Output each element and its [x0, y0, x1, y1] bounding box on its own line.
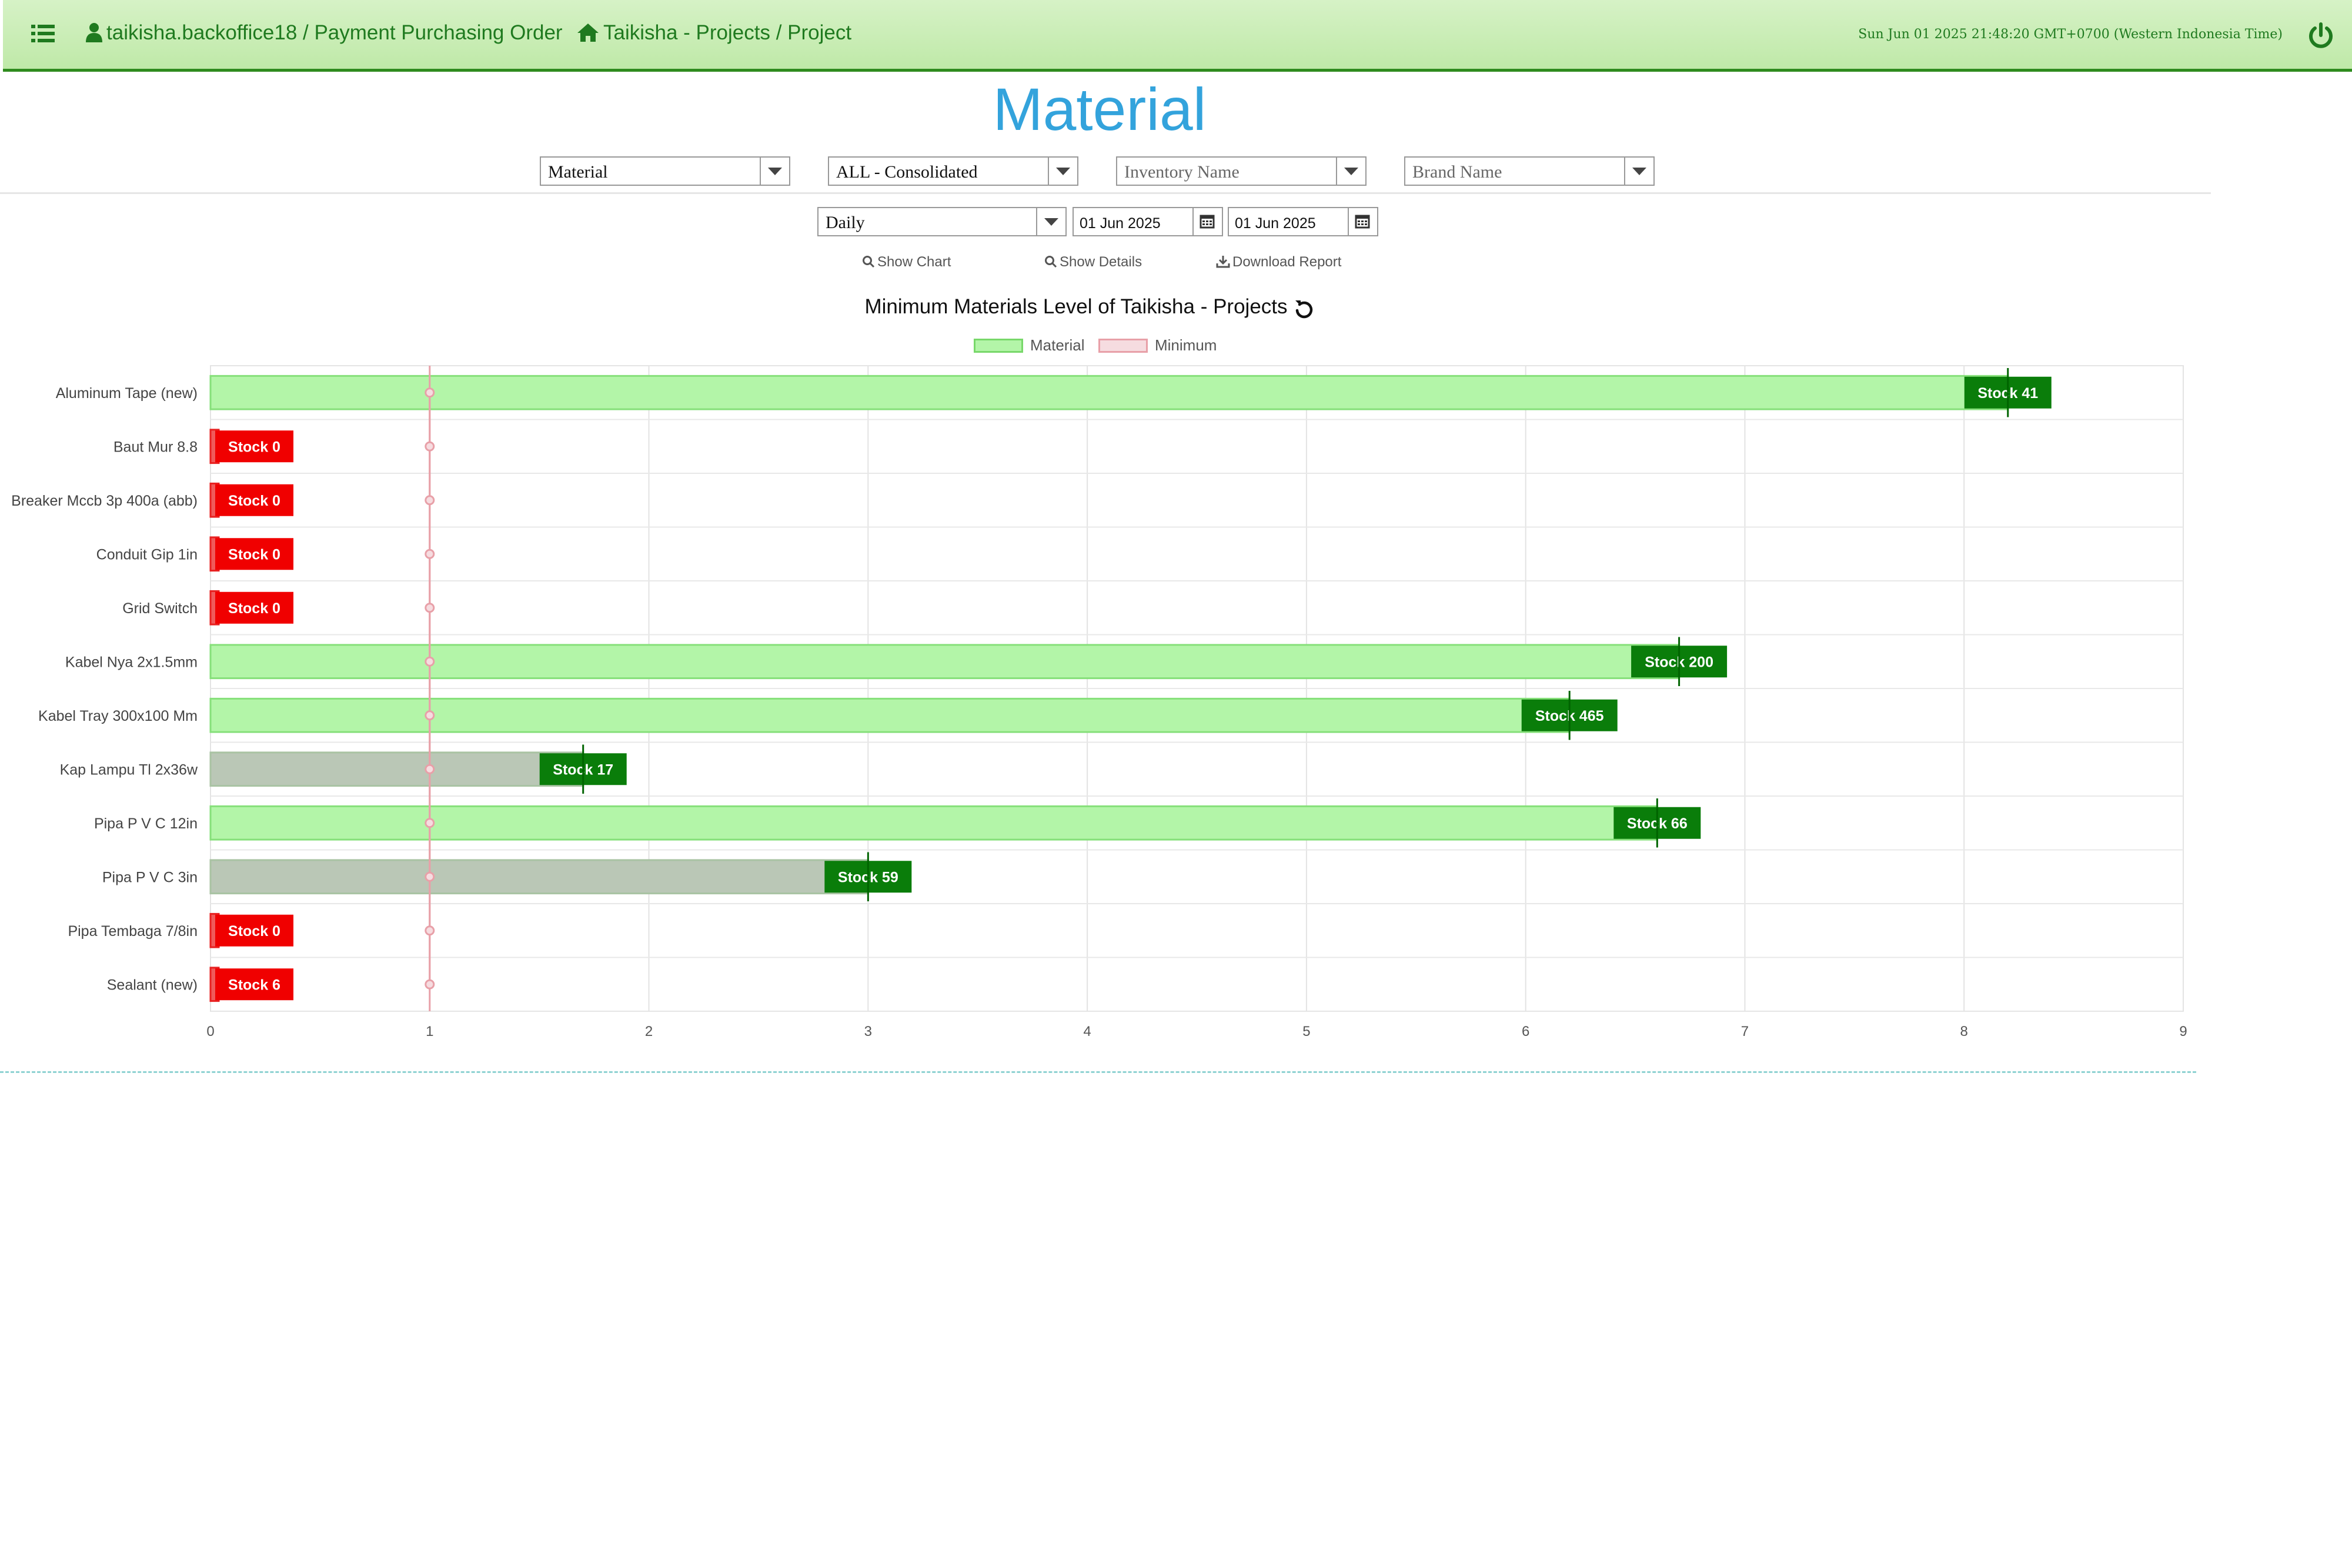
x-tick-label: 1 [426, 1024, 433, 1039]
minimum-point [425, 603, 435, 613]
footer-dashed-line [0, 1071, 2196, 1073]
material-bar [209, 751, 584, 787]
material-bar [209, 697, 1571, 733]
minimum-point [425, 871, 435, 882]
minimum-point [425, 387, 435, 398]
y-category-label: Sealant (new) [107, 977, 198, 993]
y-category-label: Aluminum Tape (new) [56, 385, 198, 402]
minimum-point [425, 441, 435, 452]
y-category-label: Kabel Nya 2x1.5mm [65, 654, 198, 670]
y-category-label: Pipa P V C 3in [102, 869, 198, 885]
bar-chart: 0 1 2 3 4 5 6 7 8 9Aluminum Tape (new) Stock 41Bau… [11, 365, 2187, 1039]
minimum-point [425, 656, 435, 667]
minimum-point [425, 495, 435, 506]
stock-label: Stock 0 [228, 923, 280, 940]
material-bar [209, 375, 2009, 410]
material-bar [209, 859, 869, 895]
y-category-label: Pipa P V C 12in [94, 815, 198, 832]
minimum-point [425, 549, 435, 559]
y-category-label: Kap Lampu Tl 2x36w [60, 761, 198, 778]
x-tick-label: 0 [206, 1024, 214, 1039]
x-tick-label: 6 [1522, 1024, 1529, 1039]
minimum-point [425, 764, 435, 774]
x-tick-label: 3 [864, 1024, 872, 1039]
stock-label: Stock 0 [228, 493, 280, 509]
x-tick-label: 9 [2179, 1024, 2187, 1039]
stock-label: Stock 0 [228, 546, 280, 563]
x-tick-label: 5 [1302, 1024, 1310, 1039]
stock-label: Stock 6 [228, 977, 280, 993]
x-tick-label: 8 [1960, 1024, 1968, 1039]
y-category-label: Baut Mur 8.8 [113, 439, 198, 455]
y-category-label: Conduit Gip 1in [96, 546, 198, 563]
y-category-label: Pipa Tembaga 7/8in [68, 923, 198, 940]
minimum-point [425, 925, 435, 936]
minimum-point [425, 979, 435, 989]
x-tick-label: 7 [1741, 1024, 1749, 1039]
y-category-label: Kabel Tray 300x100 Mm [38, 708, 198, 724]
stock-label: Stock 0 [228, 439, 280, 455]
minimum-point [425, 818, 435, 828]
x-tick-label: 2 [645, 1024, 653, 1039]
stock-label: Stock 0 [228, 600, 280, 617]
y-category-label: Breaker Mccb 3p 400a (abb) [11, 493, 198, 509]
y-category-label: Grid Switch [122, 600, 198, 617]
minimum-point [425, 710, 435, 721]
x-tick-label: 4 [1083, 1024, 1091, 1039]
